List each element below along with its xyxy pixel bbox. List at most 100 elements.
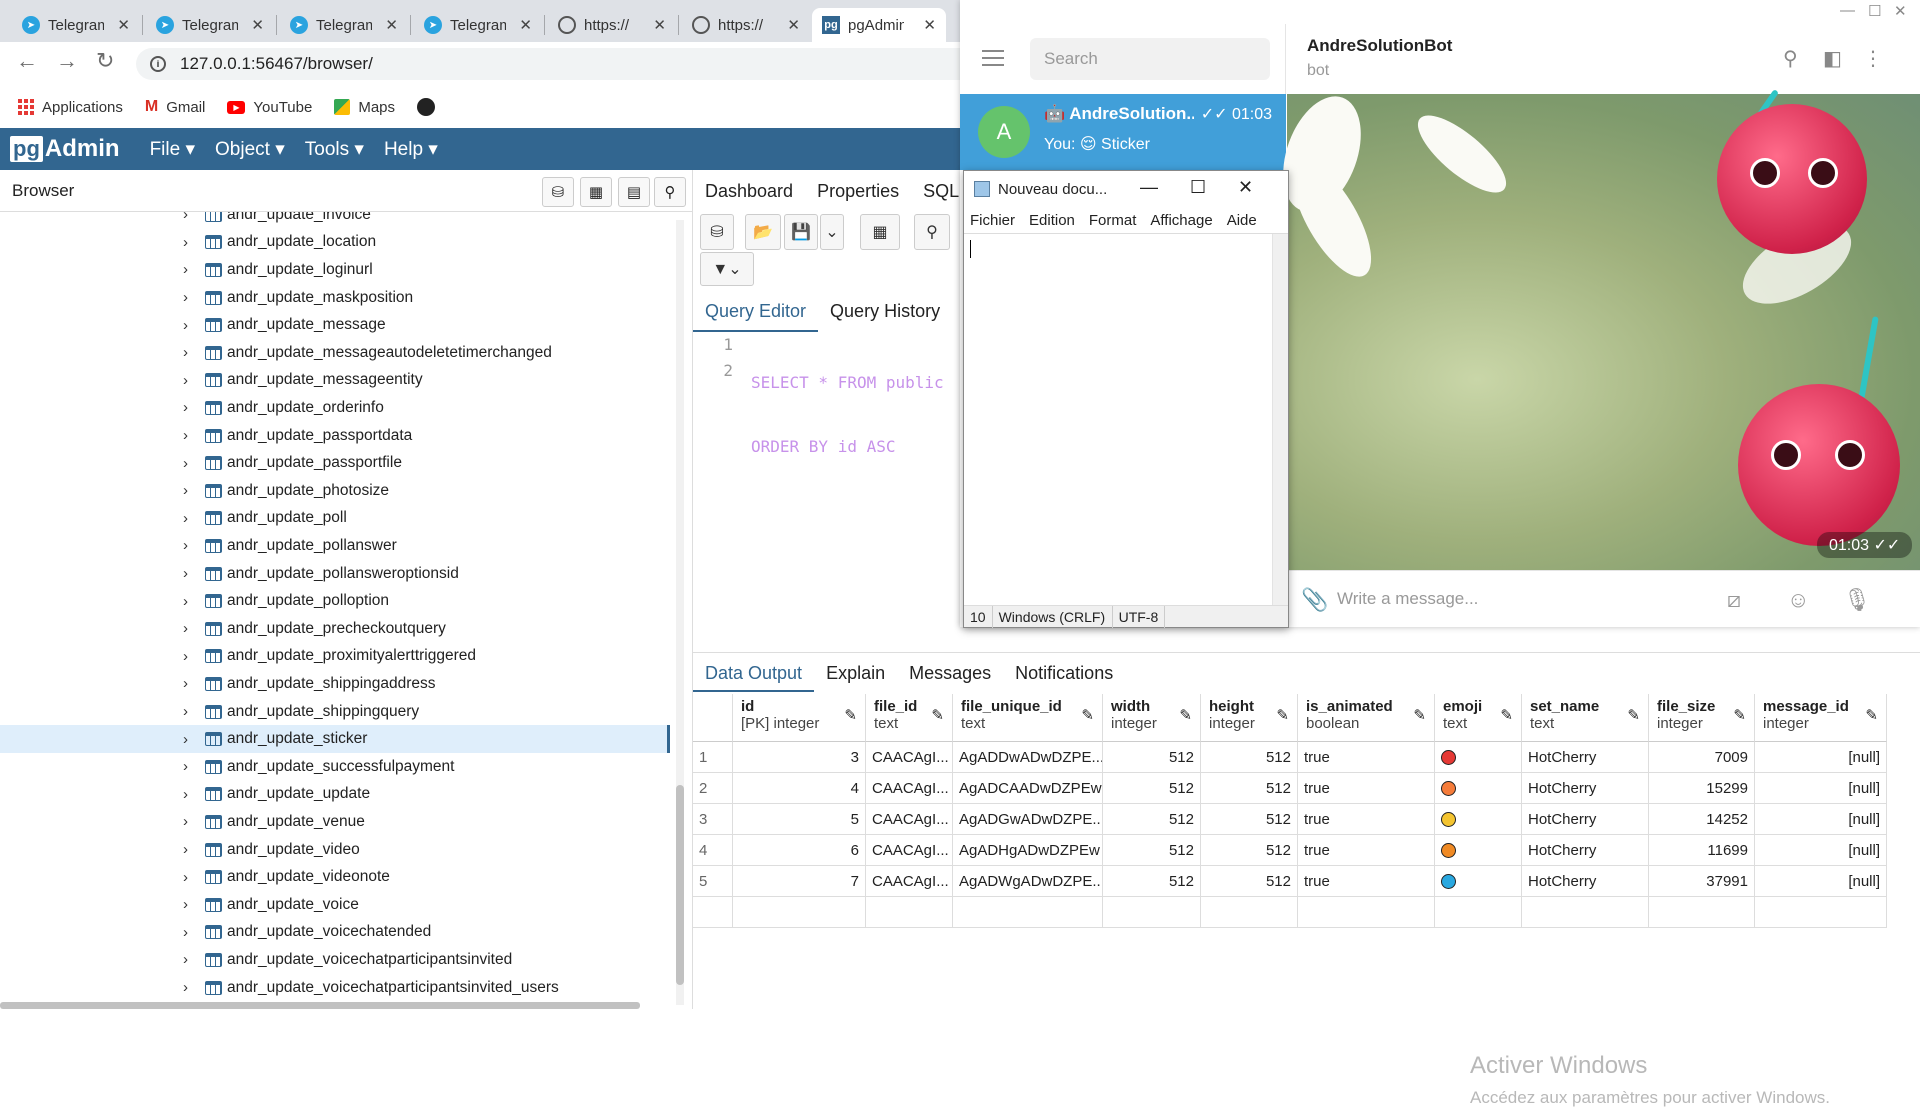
cell-emoji[interactable]	[1435, 742, 1522, 773]
empty-cell[interactable]	[1755, 897, 1887, 928]
empty-cell[interactable]	[866, 897, 953, 928]
chevron-right-icon[interactable]: ›	[183, 537, 188, 554]
column-header-set-name[interactable]: set_name text ✎	[1522, 694, 1649, 742]
maximize-icon[interactable]: ☐	[1190, 177, 1206, 198]
notepad-text-area[interactable]	[964, 233, 1288, 606]
chevron-right-icon[interactable]: ›	[183, 510, 188, 527]
chevron-right-icon[interactable]: ›	[183, 372, 188, 389]
close-tab-icon[interactable]: ✕	[653, 16, 666, 34]
browser-tab-telegram-2[interactable]: ➤ Telegram ✕	[146, 8, 274, 42]
empty-cell[interactable]	[1649, 897, 1755, 928]
cell-file-id[interactable]: CAACAgI...	[866, 804, 953, 835]
chevron-right-icon[interactable]: ›	[183, 731, 188, 748]
close-icon[interactable]: ✕	[1894, 2, 1907, 20]
chevron-right-icon[interactable]: ›	[183, 813, 188, 830]
open-file-icon[interactable]: 📂	[745, 214, 781, 250]
cell-width[interactable]: 512	[1103, 742, 1201, 773]
save-icon[interactable]: 💾	[784, 214, 818, 250]
cell-file-size[interactable]: 37991	[1649, 866, 1755, 897]
menu-tools[interactable]: Tools ▾	[305, 138, 364, 161]
tab-query-editor[interactable]: Query Editor	[693, 301, 819, 332]
column-header-file-id[interactable]: file_id text ✎	[866, 694, 953, 742]
cell-file-unique-id[interactable]: AgADDwADwDZPE...	[953, 742, 1103, 773]
tree-scrollbar[interactable]	[676, 220, 684, 1005]
bookmark-youtube[interactable]: ▶ YouTube	[227, 99, 312, 116]
cell-width[interactable]: 512	[1103, 835, 1201, 866]
cell-file-size[interactable]: 7009	[1649, 742, 1755, 773]
format-sql-icon[interactable]: ▼⌄	[700, 252, 754, 286]
cell-height[interactable]: 512	[1201, 866, 1298, 897]
empty-cell[interactable]	[693, 897, 733, 928]
cell-file-size[interactable]: 15299	[1649, 773, 1755, 804]
database-connection-icon[interactable]: ⛁	[700, 214, 734, 250]
cell-message-id[interactable]: [null]	[1755, 773, 1887, 804]
cell-set-name[interactable]: HotCherry	[1522, 804, 1649, 835]
cell-message-id[interactable]: [null]	[1755, 804, 1887, 835]
chevron-right-icon[interactable]: ›	[183, 289, 188, 306]
chevron-right-icon[interactable]: ›	[183, 924, 188, 941]
table-view-icon[interactable]: ▦	[580, 177, 612, 207]
bot-commands-icon[interactable]: ⧄	[1727, 587, 1741, 613]
notepad-titlebar[interactable]: Nouveau docu... — ☐ ✕	[964, 171, 1288, 207]
cell-width[interactable]: 512	[1103, 804, 1201, 835]
cell-emoji[interactable]	[1435, 835, 1522, 866]
empty-cell[interactable]	[1435, 897, 1522, 928]
filtered-rows-icon[interactable]: ▤	[618, 177, 650, 207]
data-grid-icon[interactable]: ▦	[860, 214, 900, 250]
tree-item-andr-update-shippingaddress[interactable]: › andr_update_shippingaddress	[0, 670, 670, 698]
chevron-right-icon[interactable]: ›	[183, 399, 188, 416]
empty-cell[interactable]	[1298, 897, 1435, 928]
find-icon[interactable]: ⚲	[914, 214, 950, 250]
cell-file-unique-id[interactable]: AgADWgADwDZPE...	[953, 866, 1103, 897]
tree-item-andr-update-location[interactable]: › andr_update_location	[0, 229, 670, 257]
cell-emoji[interactable]	[1435, 804, 1522, 835]
empty-cell[interactable]	[953, 897, 1103, 928]
bookmark-gmail[interactable]: M Gmail	[145, 98, 206, 116]
tree-item-andr-update-photosize[interactable]: › andr_update_photosize	[0, 477, 670, 505]
tree-item-andr-update-pollanswer[interactable]: › andr_update_pollanswer	[0, 532, 670, 560]
chevron-right-icon[interactable]: ›	[183, 758, 188, 775]
empty-cell[interactable]	[1522, 897, 1649, 928]
tree-item-andr-update-sticker[interactable]: › andr_update_sticker	[0, 725, 670, 753]
close-tab-icon[interactable]: ✕	[251, 16, 264, 34]
cell-width[interactable]: 512	[1103, 866, 1201, 897]
cell-height[interactable]: 512	[1201, 804, 1298, 835]
cell-file-id[interactable]: CAACAgI...	[866, 773, 953, 804]
message-input[interactable]: Write a message...	[1337, 589, 1478, 609]
chevron-down-icon[interactable]: ⌄	[820, 214, 844, 250]
menu-format[interactable]: Format	[1089, 212, 1137, 229]
cell-set-name[interactable]: HotCherry	[1522, 835, 1649, 866]
close-tab-icon[interactable]: ✕	[787, 16, 800, 34]
browser-tab-https-1[interactable]: https:// ✕	[548, 8, 676, 42]
chevron-right-icon[interactable]: ›	[183, 620, 188, 637]
microphone-icon[interactable]: 🎙	[1843, 587, 1871, 613]
tree-item-andr-update-messageautodeletetimerchanged[interactable]: › andr_update_messageautodeletetimerchang…	[0, 339, 670, 367]
tree-item-andr-update-messageentity[interactable]: › andr_update_messageentity	[0, 367, 670, 395]
menu-icon[interactable]	[982, 50, 1004, 66]
tab-explain[interactable]: Explain	[814, 663, 897, 684]
empty-cell[interactable]	[1201, 897, 1298, 928]
chevron-right-icon[interactable]: ›	[183, 565, 188, 582]
chevron-right-icon[interactable]: ›	[183, 344, 188, 361]
chevron-right-icon[interactable]: ›	[183, 841, 188, 858]
cell-id[interactable]: 6	[733, 835, 866, 866]
tree-item-andr-update-voicechatparticipantsinvited[interactable]: › andr_update_voicechatparticipantsinvite…	[0, 946, 670, 974]
tab-notifications[interactable]: Notifications	[1003, 663, 1125, 684]
cell-is-animated[interactable]: true	[1298, 835, 1435, 866]
info-icon[interactable]: i	[150, 56, 166, 72]
tree-item-andr-update-videonote[interactable]: › andr_update_videonote	[0, 863, 670, 891]
row-number[interactable]: 4	[693, 835, 733, 866]
minimize-icon[interactable]: —	[1840, 2, 1855, 19]
chevron-right-icon[interactable]: ›	[183, 951, 188, 968]
close-tab-icon[interactable]: ✕	[519, 16, 532, 34]
cell-file-unique-id[interactable]: AgADHgADwDZPEw	[953, 835, 1103, 866]
bookmark-applications[interactable]: Applications	[18, 99, 123, 116]
cell-id[interactable]: 4	[733, 773, 866, 804]
chevron-right-icon[interactable]: ›	[183, 896, 188, 913]
cell-height[interactable]: 512	[1201, 835, 1298, 866]
row-number[interactable]: 2	[693, 773, 733, 804]
tree-item-andr-update-passportfile[interactable]: › andr_update_passportfile	[0, 449, 670, 477]
browser-tab-pgadmin[interactable]: pg pgAdmin ✕	[812, 8, 946, 42]
cell-set-name[interactable]: HotCherry	[1522, 742, 1649, 773]
chat-item-andresolutionbot[interactable]: A 🤖 AndreSolution... ✓✓ 01:03 You: 😌 Sti…	[960, 94, 1286, 170]
